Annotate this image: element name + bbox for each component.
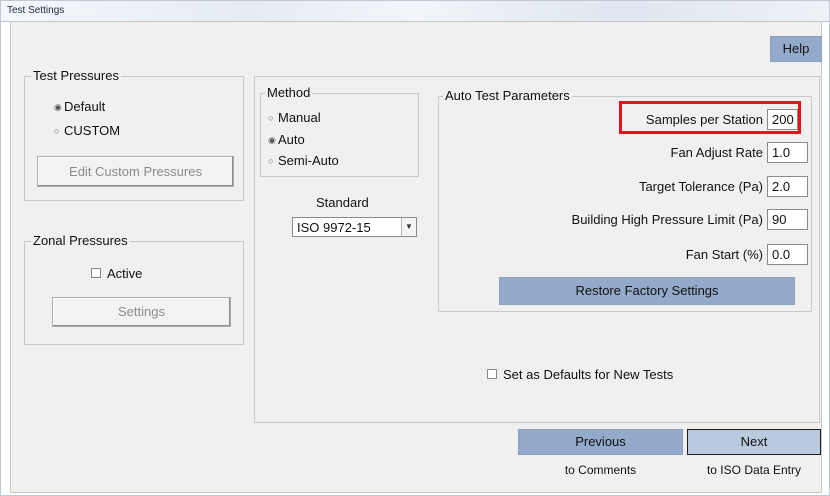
- zonal-pressures-group: Zonal Pressures Active Settings: [24, 233, 244, 345]
- test-settings-window: Test Settings Help Test Pressures ◉ Defau…: [0, 0, 830, 496]
- checkbox-icon: [91, 268, 101, 278]
- test-pressures-group: Test Pressures ◉ Default ○ CUSTOM Edit Cus…: [24, 68, 244, 201]
- target-tolerance-field[interactable]: 2.0: [767, 176, 808, 197]
- active-label: Active: [107, 266, 143, 281]
- auto-test-parameters-title: Auto Test Parameters: [443, 88, 572, 103]
- set-defaults-checkbox[interactable]: Set as Defaults for New Tests: [487, 367, 673, 382]
- test-pressures-title: Test Pressures: [31, 68, 121, 83]
- standard-value: ISO 9972-15: [297, 220, 371, 235]
- fan-start-field[interactable]: 0.0: [767, 244, 808, 265]
- radio-semi-auto[interactable]: ○ Semi-Auto: [268, 153, 339, 168]
- radio-unselected-icon: ○: [268, 156, 274, 166]
- edit-custom-pressures-button[interactable]: Edit Custom Pressures: [37, 156, 234, 187]
- radio-unselected-icon: ○: [54, 126, 60, 136]
- radio-unselected-icon: ○: [268, 113, 274, 123]
- radio-selected-icon: ◉: [268, 135, 276, 145]
- next-button[interactable]: Next: [687, 429, 821, 455]
- radio-manual[interactable]: ○ Manual: [268, 110, 321, 125]
- zonal-pressures-title: Zonal Pressures: [31, 233, 130, 248]
- dialog-body: Help Test Pressures ◉ Default ○ CUSTOM Edi…: [10, 21, 822, 493]
- checkbox-icon: [487, 369, 497, 379]
- radio-semi-auto-label: Semi-Auto: [278, 153, 339, 168]
- previous-button[interactable]: Previous: [518, 429, 683, 455]
- radio-custom[interactable]: ○ CUSTOM: [54, 123, 120, 138]
- method-group: Method ○ Manual ◉ Auto ○ Semi-Auto: [260, 85, 419, 177]
- chevron-down-icon[interactable]: ▼: [401, 218, 416, 236]
- help-button[interactable]: Help: [770, 36, 822, 62]
- radio-auto[interactable]: ◉ Auto: [268, 132, 305, 147]
- title-bar[interactable]: Test Settings: [1, 1, 829, 22]
- standard-dropdown[interactable]: ISO 9972-15 ▼: [292, 217, 417, 237]
- method-title: Method: [265, 85, 313, 100]
- zonal-settings-button[interactable]: Settings: [52, 297, 231, 327]
- restore-factory-settings-button[interactable]: Restore Factory Settings: [499, 277, 795, 305]
- standard-label: Standard: [316, 195, 369, 210]
- radio-auto-label: Auto: [278, 132, 305, 147]
- fan-start-label: Fan Start (%): [685, 247, 763, 262]
- radio-default-label: Default: [64, 99, 106, 114]
- previous-subtitle: to Comments: [564, 463, 637, 477]
- building-high-pressure-limit-field[interactable]: 90: [767, 209, 808, 230]
- fan-adjust-rate-field[interactable]: 1.0: [767, 142, 808, 163]
- active-checkbox[interactable]: Active: [91, 266, 142, 281]
- samples-per-station-label: Samples per Station: [645, 112, 763, 127]
- building-high-pressure-limit-label: Building High Pressure Limit (Pa): [571, 212, 763, 227]
- fan-adjust-rate-label: Fan Adjust Rate: [670, 145, 764, 160]
- next-subtitle: to ISO Data Entry: [706, 463, 802, 477]
- radio-default[interactable]: ◉ Default: [54, 99, 105, 114]
- target-tolerance-label: Target Tolerance (Pa): [638, 179, 763, 194]
- samples-per-station-field[interactable]: 200: [767, 109, 798, 130]
- set-defaults-label: Set as Defaults for New Tests: [503, 367, 674, 382]
- window-title: Test Settings: [7, 5, 65, 16]
- radio-custom-label: CUSTOM: [64, 123, 121, 138]
- radio-manual-label: Manual: [278, 110, 321, 125]
- radio-selected-icon: ◉: [54, 102, 62, 112]
